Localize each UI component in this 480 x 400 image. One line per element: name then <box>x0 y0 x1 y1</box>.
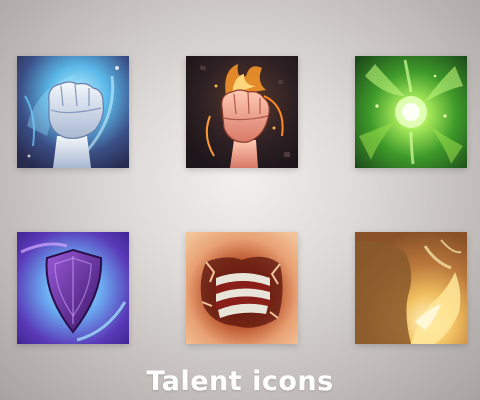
ice-fist-icon[interactable] <box>17 56 129 168</box>
green-energy-orb-icon[interactable] <box>355 56 467 168</box>
golden-fire-burst-icon[interactable] <box>355 232 467 344</box>
caption-title: Talent icons <box>146 366 334 397</box>
purple-shield-icon[interactable] <box>17 232 129 344</box>
fire-fist-icon[interactable] <box>186 56 298 168</box>
torn-flesh-wrapped-limb-icon[interactable] <box>186 232 298 344</box>
